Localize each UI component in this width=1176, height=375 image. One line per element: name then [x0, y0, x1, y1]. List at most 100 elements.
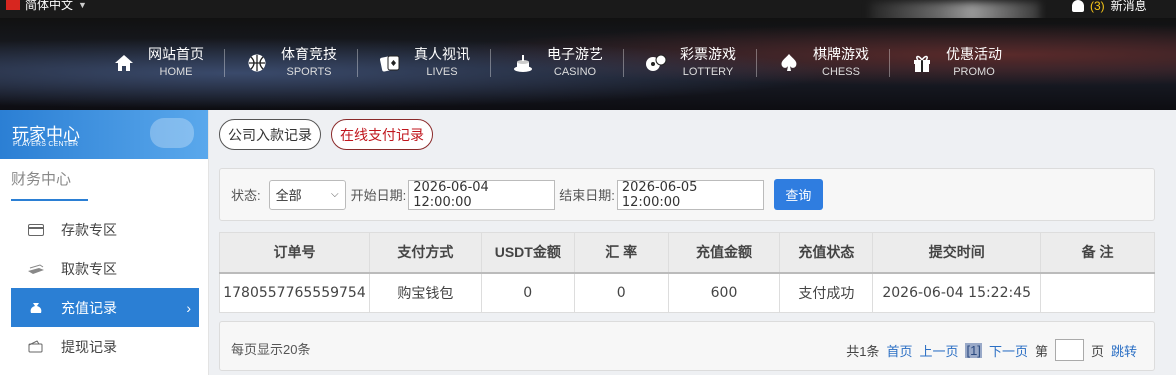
nav-home[interactable]: 网站首页 HOME	[112, 46, 224, 79]
header-remark: 备 注	[1040, 232, 1155, 274]
cell-recharge-status: 支付成功	[779, 272, 874, 313]
language-label: 简体中文	[25, 0, 74, 12]
start-date-input[interactable]: 2026-06-04 12:00:00	[408, 179, 556, 210]
nav-lives-en: LIVES	[426, 66, 458, 78]
nav-sports-en: SPORTS	[286, 66, 332, 78]
main-nav-banner: 网站首页 HOME 体育竞技 SPORTS 真人视讯 LIVES 电子游艺 CASINO	[0, 18, 1176, 110]
chevron-right-icon: ›	[186, 299, 191, 316]
nav-lottery[interactable]: 彩票游戏 LOTTERY	[624, 46, 756, 79]
sidebar-item-withdraw-records[interactable]: 提现记录	[11, 327, 199, 366]
cell-usdt-amount: 0	[480, 272, 575, 313]
nav-home-cn: 网站首页	[148, 46, 204, 62]
pagination-bar: 每页显示20条 共1条 首页 上一页 [1] 下一页 第 页 跳转	[219, 321, 1155, 371]
header-usdt-amount: USDT金额	[480, 232, 575, 274]
cash-icon	[27, 262, 45, 276]
header-pay-method: 支付方式	[368, 232, 482, 274]
next-page-link[interactable]: 下一页	[989, 341, 1028, 360]
basketball-icon	[245, 51, 269, 75]
spade-icon	[777, 51, 801, 75]
finance-menu: 存款专区 取款专区 充值记录 › 提现记录	[11, 210, 199, 366]
sidebar-item-deposit[interactable]: 存款专区	[11, 210, 199, 249]
header-order-no: 订单号	[219, 232, 370, 274]
home-icon	[112, 51, 136, 75]
messages-link[interactable]: (3) 新消息	[1072, 0, 1147, 14]
table-header-row: 订单号 支付方式 USDT金额 汇 率 充值金额 充值状态 提交时间 备 注	[219, 232, 1155, 274]
end-date-input[interactable]: 2026-06-05 12:00:00	[616, 179, 764, 210]
chevron-down-icon: ▼	[78, 0, 87, 10]
nav-lottery-cn: 彩票游戏	[680, 46, 736, 62]
slot-icon	[511, 51, 535, 75]
cell-recharge-amount: 600	[667, 272, 781, 313]
nav-lives-cn: 真人视讯	[414, 46, 470, 62]
cards-icon	[378, 51, 402, 75]
page-prefix: 第	[1034, 343, 1048, 359]
header-recharge-status: 充值状态	[779, 232, 874, 274]
cell-submit-time: 2026-06-04 15:22:45	[872, 272, 1042, 313]
first-page-link[interactable]: 首页	[886, 341, 912, 360]
cell-remark	[1040, 272, 1155, 313]
nav-promo-cn: 优惠活动	[946, 46, 1002, 62]
header-submit-time: 提交时间	[872, 232, 1042, 274]
message-label: 新消息	[1110, 0, 1147, 13]
sidebar-item-label: 充值记录	[61, 299, 117, 316]
sidebar-item-label: 存款专区	[61, 221, 117, 238]
card-icon	[27, 223, 45, 237]
bell-icon	[1072, 0, 1084, 12]
status-select-value: 全部	[275, 188, 302, 203]
nav-casino[interactable]: 电子游艺 CASINO	[491, 46, 623, 79]
recharge-records-table: 订单号 支付方式 USDT金额 汇 率 充值金额 充值状态 提交时间 备 注 1…	[219, 232, 1155, 313]
cell-rate: 0	[573, 272, 669, 313]
nav-home-en: HOME	[159, 66, 193, 78]
record-tabs: 公司入款记录 在线支付记录	[219, 119, 433, 150]
section-underline	[11, 199, 88, 201]
chevron-down-icon: ⌵	[331, 189, 339, 200]
nav-casino-cn: 电子游艺	[547, 46, 603, 62]
sidebar-item-label: 取款专区	[61, 260, 117, 277]
status-label: 状态:	[231, 188, 261, 203]
per-page-text: 每页显示20条	[231, 342, 311, 357]
nav-chess-cn: 棋牌游戏	[813, 46, 869, 62]
china-flag-icon	[6, 0, 20, 10]
query-button[interactable]: 查询	[773, 179, 823, 210]
player-center-sidebar: 玩家中心 PLAYERS CENTER 财务中心 存款专区 取款专区 充值记录 …	[0, 110, 209, 375]
language-selector[interactable]: 简体中文 ▼	[6, 0, 87, 13]
sidebar-item-label: 提现记录	[61, 338, 117, 355]
total-count: 共1条	[846, 343, 880, 359]
players-center-header: 玩家中心 PLAYERS CENTER	[0, 110, 208, 159]
wallet-icon	[27, 340, 45, 354]
end-date-label: 结束日期:	[559, 188, 615, 203]
table-row: 1780557765559754 购宝钱包 0 0 600 支付成功 2026-…	[219, 272, 1155, 313]
status-select[interactable]: 全部 ⌵	[268, 179, 346, 210]
nav-promo[interactable]: 优惠活动 PROMO	[890, 46, 1022, 79]
cell-pay-method: 购宝钱包	[368, 272, 482, 313]
page-suffix: 页	[1090, 343, 1104, 359]
pagination: 共1条 首页 上一页 [1] 下一页 第 页 跳转	[846, 339, 1137, 361]
nav-casino-en: CASINO	[553, 66, 597, 78]
nav-lottery-en: LOTTERY	[682, 66, 734, 78]
header-recharge-amount: 充值金额	[667, 232, 781, 274]
page-number-input[interactable]	[1054, 339, 1084, 361]
go-page-link[interactable]: 跳转	[1111, 341, 1137, 360]
nav-chess[interactable]: 棋牌游戏 CHESS	[757, 46, 889, 79]
nav-chess-en: CHESS	[822, 66, 860, 78]
prev-page-link[interactable]: 上一页	[919, 341, 958, 360]
moneybag-icon	[27, 301, 45, 315]
filter-bar: 状态: 全部 ⌵ 开始日期: 2026-06-04 12:00:00 结束日期:…	[219, 168, 1155, 221]
cell-order-no: 1780557765559754	[219, 272, 370, 313]
current-page[interactable]: [1]	[965, 342, 982, 358]
finance-center-title: 财务中心	[11, 171, 72, 188]
nav-sports[interactable]: 体育竞技 SPORTS	[225, 46, 357, 79]
nav-lives[interactable]: 真人视讯 LIVES	[358, 46, 490, 79]
header-rate: 汇 率	[573, 232, 669, 274]
sidebar-item-recharge-records[interactable]: 充值记录 ›	[11, 288, 199, 327]
main-nav: 网站首页 HOME 体育竞技 SPORTS 真人视讯 LIVES 电子游艺 CASINO	[112, 46, 1022, 79]
lottery-balls-icon	[644, 51, 668, 75]
gift-icon	[910, 51, 934, 75]
nav-promo-en: PROMO	[953, 66, 995, 78]
tab-online-payment-records[interactable]: 在线支付记录	[331, 119, 433, 150]
gamepad-icon	[150, 118, 194, 148]
top-bar: 简体中文 ▼ (3) 新消息	[0, 0, 1176, 24]
sidebar-item-withdraw[interactable]: 取款专区	[11, 249, 199, 288]
message-count: (3)	[1090, 0, 1105, 13]
tab-company-deposit-records[interactable]: 公司入款记录	[219, 119, 321, 150]
